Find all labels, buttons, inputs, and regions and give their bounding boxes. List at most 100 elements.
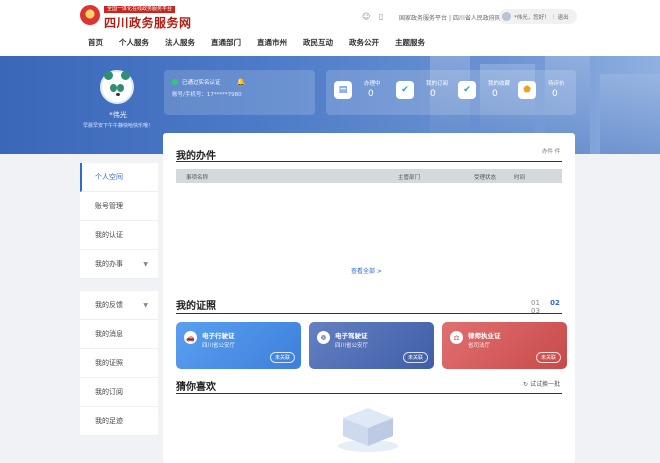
sidebar: 个人空间 账号管理 我的认证 我的办事 ▼ 我的反馈 ▼ 我的消息 我的证照 我的订…: [80, 163, 158, 436]
nav-topics[interactable]: 主题服务: [395, 37, 425, 48]
account-number: 账号/手机号：17*****7980: [172, 92, 242, 98]
nav-interaction[interactable]: 政民互动: [303, 37, 333, 48]
col-time: 时间: [514, 175, 526, 181]
wechat-icon[interactable]: ☺: [362, 12, 370, 21]
sidebar-item-label: 账号管理: [95, 202, 123, 210]
auth-status-line: 已通过实名认证 🔔: [172, 78, 245, 86]
stats-box: ▤ 办理中 0 ✔ 我的订阅 0 ✔ 我的收藏 0 ⬟ 待评价 0: [326, 70, 576, 115]
nav-legal[interactable]: 法人服务: [165, 37, 195, 48]
user-pill: *伟光，您好！ | 退出: [499, 9, 577, 24]
provincial-gov-link[interactable]: 四川省人民政府网: [453, 15, 501, 22]
license-link-button[interactable]: 未关联: [535, 352, 561, 363]
panda-ear: [104, 71, 113, 80]
nav-public-affairs[interactable]: 政务公开: [349, 37, 379, 48]
license-card-driver[interactable]: ☸ 电子驾驶证 四川省公安厅 未关联: [309, 322, 434, 369]
mobile-icon[interactable]: ▯: [379, 12, 383, 21]
col-status: 受理状态: [474, 175, 497, 181]
logo-subtitle: 全国一体化在线政务服务平台: [104, 6, 176, 13]
auth-status: 已通过实名认证: [182, 80, 221, 86]
page-1[interactable]: 01: [531, 299, 540, 307]
sidebar-item-footprints[interactable]: 我的足迹: [80, 407, 158, 436]
license-name: 电子行驶证: [202, 332, 235, 340]
top-links: 国家政务服务平台 | 四川省人民政府网: [399, 13, 501, 22]
stat-subscriptions[interactable]: ✔ 我的订阅 0: [396, 79, 456, 107]
national-platform-link[interactable]: 国家政务服务平台: [399, 15, 447, 22]
nav-personal[interactable]: 个人服务: [119, 37, 149, 48]
stat-value: 0: [552, 89, 558, 99]
verified-check-icon: [172, 79, 178, 85]
sidebar-item-label: 我的反馈: [95, 301, 123, 309]
stat-favorites[interactable]: ✔ 我的收藏 0: [458, 79, 518, 107]
national-emblem-logo[interactable]: [80, 5, 100, 25]
stat-value: 0: [368, 89, 374, 99]
car-icon: 🚗: [184, 331, 197, 344]
profile-name: *伟光: [109, 111, 127, 119]
sidebar-item-label: 个人空间: [95, 173, 123, 181]
sidebar-item-auth[interactable]: 我的认证: [80, 221, 158, 250]
refresh-label: 试试换一批: [529, 381, 560, 388]
profile-greeting: 早晨早安下午午静快哈快乐哦！: [82, 123, 153, 129]
sidebar-item-label: 我的证照: [95, 359, 123, 367]
license-card-vehicle[interactable]: 🚗 电子行驶证 四川省公安厅 未关联: [176, 322, 301, 369]
sidebar-item-label: 我的办事: [95, 260, 123, 268]
stat-label: 我的订阅: [426, 81, 449, 87]
user-greeting[interactable]: *伟光，您好！: [514, 13, 550, 21]
sidebar-item-subscriptions[interactable]: 我的订阅: [80, 378, 158, 407]
page-3[interactable]: 03: [531, 307, 540, 315]
sidebar-group: 个人空间 账号管理 我的认证 我的办事 ▼: [80, 163, 158, 279]
sidebar-item-account[interactable]: 账号管理: [80, 192, 158, 221]
star-box-icon: ✔: [458, 81, 476, 99]
building-decoration: [600, 74, 660, 154]
license-org: 四川省公安厅: [202, 343, 236, 349]
nav-departments[interactable]: 直通部门: [211, 37, 241, 48]
bell-icon[interactable]: 🔔: [237, 78, 246, 86]
top-link-separator: |: [448, 15, 451, 22]
page: 全国一体化在线政务服务平台 四川政务服务网 ☺ ▯ 国家政务服务平台 | 四川省…: [0, 0, 660, 463]
wheel-icon: ☸: [317, 331, 330, 344]
user-separator: |: [552, 13, 555, 20]
shield-icon: ⬟: [518, 81, 536, 99]
caret-down-icon: ▼: [143, 260, 148, 268]
sidebar-item-my-affairs[interactable]: 我的办事 ▼: [80, 250, 158, 279]
logout-link[interactable]: 退出: [558, 13, 569, 21]
nav-cities[interactable]: 直通市州: [257, 37, 287, 48]
affairs-table-header: 事项名称 主管部门 受理状态 时间: [176, 169, 562, 183]
nav-home[interactable]: 首页: [88, 37, 103, 48]
sidebar-item-label: 我的消息: [95, 330, 123, 338]
stat-label: 我的收藏: [488, 81, 511, 87]
sidebar-item-feedback[interactable]: 我的反馈 ▼: [80, 291, 158, 320]
col-item-name: 事项名称: [186, 175, 209, 181]
section-divider: [176, 161, 562, 162]
sidebar-item-licenses[interactable]: 我的证照: [80, 349, 158, 378]
section-divider: [176, 393, 562, 394]
license-card-lawyer[interactable]: ⚖ 律师执业证 省司法厅 未关联: [442, 322, 567, 369]
top-header: 全国一体化在线政务服务平台 四川政务服务网 ☺ ▯ 国家政务服务平台 | 四川省…: [0, 0, 660, 56]
guess-you-like-title: 猜你喜欢: [176, 382, 216, 393]
main-nav: 首页 个人服务 法人服务 直通部门 直通市州 政民互动 政务公开 主题服务: [88, 37, 441, 48]
stat-in-progress[interactable]: ▤ 办理中 0: [334, 79, 394, 107]
license-org: 四川省公安厅: [335, 343, 369, 349]
stat-value: 0: [492, 89, 498, 99]
check-icon: ✔: [396, 81, 414, 99]
main-content: 我的办件 办件 件 事项名称 主管部门 受理状态 时间 查看全部 > 我的证照 …: [163, 133, 575, 463]
license-name: 电子驾驶证: [335, 332, 368, 340]
empty-box-illustration: [338, 408, 398, 452]
sidebar-item-messages[interactable]: 我的消息: [80, 320, 158, 349]
sidebar-gap: [80, 279, 158, 291]
stat-label: 办理中: [364, 81, 381, 87]
site-title[interactable]: 四川政务服务网: [104, 14, 192, 31]
col-department: 主管部门: [398, 175, 421, 181]
page-2[interactable]: 02: [550, 299, 560, 307]
panda-nose: [116, 93, 120, 96]
panda-avatar[interactable]: [100, 70, 134, 104]
view-all-link[interactable]: 查看全部 >: [351, 266, 382, 275]
license-pager: 01 02 03: [531, 299, 575, 315]
top-icon-group: ☺ ▯: [362, 12, 389, 21]
license-link-button[interactable]: 未关联: [402, 352, 428, 363]
stat-pending-review[interactable]: ⬟ 待评价 0: [518, 79, 578, 107]
license-link-button[interactable]: 未关联: [269, 352, 295, 363]
refresh-button[interactable]: ↻ 试试换一批: [523, 379, 560, 388]
section-divider: [176, 313, 562, 314]
panda-eye: [110, 84, 117, 92]
sidebar-item-personal-space[interactable]: 个人空间: [80, 163, 158, 192]
